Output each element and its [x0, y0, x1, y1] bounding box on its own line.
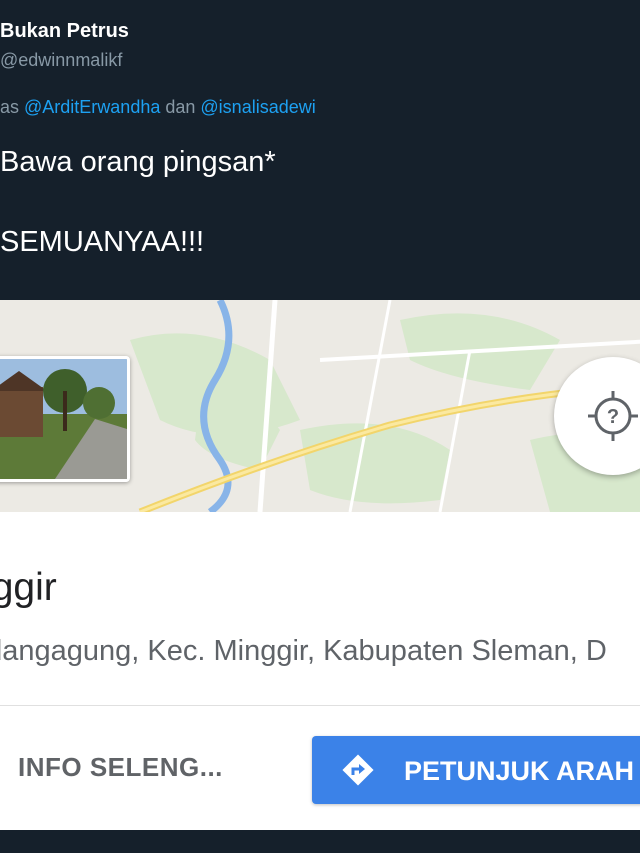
map-preview[interactable]: ?: [0, 300, 640, 512]
reply-prefix: as: [0, 97, 25, 117]
reply-connector: dan: [160, 97, 201, 117]
svg-text:?: ?: [607, 406, 619, 428]
place-title: nggir: [0, 566, 57, 609]
tweet-text: Bawa orang pingsan* SEMUANYAA!!!: [0, 146, 276, 258]
reply-to-line: as @ArditErwandha dan @isnalisadewi: [0, 97, 316, 118]
author-handle[interactable]: @edwinnmalikf: [0, 50, 122, 71]
place-address: ndangagung, Kec. Minggir, Kabupaten Slem…: [0, 635, 607, 667]
crosshair-question-icon: ?: [588, 391, 638, 441]
more-info-button[interactable]: INFO SELENG...: [18, 752, 223, 783]
author-name[interactable]: Bukan Petrus: [0, 20, 129, 43]
tweet-header: Bukan Petrus @edwinnmalikf as @ArditErwa…: [0, 0, 640, 300]
reply-user-link-1[interactable]: @ArditErwandha: [24, 97, 160, 117]
directions-label: PETUNJUK ARAH: [404, 756, 635, 786]
divider: [0, 705, 640, 706]
street-view-photo: [0, 359, 127, 479]
bottom-bar: [0, 830, 640, 853]
reply-user-link-2[interactable]: @isnalisadewi: [200, 97, 315, 117]
locate-button[interactable]: ?: [554, 357, 640, 475]
map-card: ? nggir ndangagung, Kec. Minggir, Kabupa…: [0, 300, 640, 830]
directions-button[interactable]: PETUNJUK ARAH: [312, 736, 640, 804]
street-view-thumbnail[interactable]: [0, 356, 130, 482]
directions-arrow-icon: [342, 754, 374, 786]
